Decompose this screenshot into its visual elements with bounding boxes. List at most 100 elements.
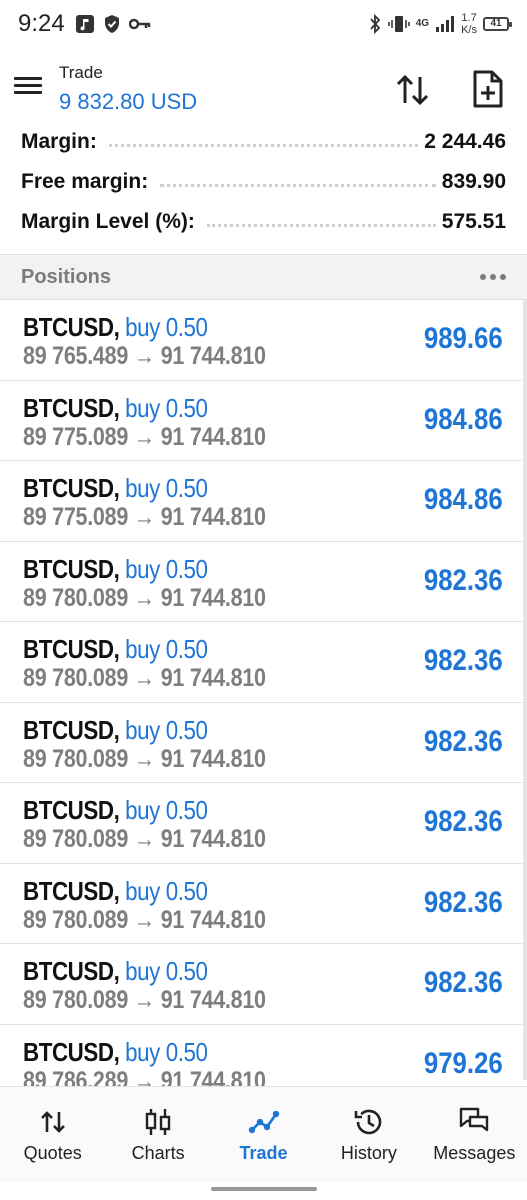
open-price: 89 780.089 xyxy=(23,744,129,773)
open-price: 89 775.089 xyxy=(23,503,129,531)
position-symbol: BTCUSD, xyxy=(23,956,120,986)
open-price: 89 780.089 xyxy=(23,583,129,612)
history-clock-icon xyxy=(354,1109,382,1135)
current-price: 91 744.810 xyxy=(160,986,266,1014)
network-type: 4G xyxy=(415,18,430,29)
menu-button[interactable] xyxy=(14,73,44,103)
position-side: buy 0.50 xyxy=(125,875,208,906)
positions-list: BTCUSD, buy 0.50 89 765.489 → 91 744.810… xyxy=(0,300,527,1086)
position-symbol: BTCUSD, xyxy=(23,392,120,423)
open-price: 89 780.089 xyxy=(23,986,129,1014)
position-profit: 982.36 xyxy=(424,966,503,999)
current-price: 91 744.810 xyxy=(160,664,266,692)
position-profit: 989.66 xyxy=(424,322,503,355)
bluetooth-icon xyxy=(370,14,380,34)
position-symbol: BTCUSD, xyxy=(23,312,120,342)
home-indicator[interactable] xyxy=(211,1187,317,1191)
position-profit: 979.26 xyxy=(424,1046,503,1080)
music-note-icon xyxy=(75,15,94,33)
open-price: 89 765.489 xyxy=(23,342,129,370)
position-symbol: BTCUSD, xyxy=(23,714,120,745)
current-price: 91 744.810 xyxy=(160,825,266,853)
trade-screen: 9:24 4G 1.7 K/s 41 Trade 9 832.80 USD Ma… xyxy=(0,0,527,1200)
nav-messages[interactable]: Messages xyxy=(422,1087,527,1182)
vibrate-icon xyxy=(387,16,410,32)
more-options-icon[interactable] xyxy=(480,274,506,280)
summary-row-margin: Margin: 2 244.46 xyxy=(21,130,506,154)
app-bar: Trade 9 832.80 USD xyxy=(0,55,527,123)
summary-row-margin-level: Margin Level (%): 575.51 xyxy=(21,210,506,234)
arrow-icon: → xyxy=(133,664,155,692)
sort-arrows-icon xyxy=(396,74,429,106)
messages-bubbles-icon xyxy=(460,1107,489,1132)
shield-check-icon xyxy=(104,15,119,33)
position-symbol: BTCUSD, xyxy=(23,795,120,825)
positions-header: Positions xyxy=(0,254,527,300)
signal-icon xyxy=(436,16,455,32)
hamburger-icon xyxy=(14,77,42,80)
nav-history[interactable]: History xyxy=(316,1087,421,1182)
position-row[interactable]: BTCUSD, buy 0.50 89 780.089 → 91 744.810… xyxy=(0,864,527,944)
position-side: buy 0.50 xyxy=(125,473,208,503)
network-speed: 1.7 K/s xyxy=(461,12,477,36)
position-row[interactable]: BTCUSD, buy 0.50 89 780.089 → 91 744.810… xyxy=(0,944,527,1025)
position-side: buy 0.50 xyxy=(125,392,208,423)
current-price: 91 744.810 xyxy=(160,342,266,370)
position-profit: 984.86 xyxy=(424,483,503,516)
sort-button[interactable] xyxy=(394,71,432,109)
position-symbol: BTCUSD, xyxy=(23,875,120,906)
arrow-icon: → xyxy=(133,342,155,370)
trade-line-icon xyxy=(248,1110,279,1134)
position-row[interactable]: BTCUSD, buy 0.50 89 780.089 → 91 744.810… xyxy=(0,703,527,783)
current-price: 91 744.810 xyxy=(160,744,266,773)
nav-charts[interactable]: Charts xyxy=(105,1087,210,1182)
position-profit: 982.36 xyxy=(424,805,503,838)
status-time: 9:24 xyxy=(18,10,65,37)
position-side: buy 0.50 xyxy=(125,795,208,825)
position-profit: 982.36 xyxy=(424,724,503,758)
arrow-icon: → xyxy=(133,825,155,853)
arrow-icon: → xyxy=(133,986,155,1014)
scrollbar[interactable] xyxy=(523,300,527,1080)
position-side: buy 0.50 xyxy=(125,714,208,745)
position-row[interactable]: BTCUSD, buy 0.50 89 780.089 → 91 744.810… xyxy=(0,622,527,703)
current-price: 91 744.810 xyxy=(160,583,266,612)
position-profit: 982.36 xyxy=(424,644,503,677)
position-row[interactable]: BTCUSD, buy 0.50 89 765.489 → 91 744.810… xyxy=(0,300,527,381)
quotes-arrows-icon xyxy=(40,1111,65,1133)
nav-trade[interactable]: Trade xyxy=(211,1087,316,1182)
current-price: 91 744.810 xyxy=(160,905,266,934)
account-balance: 9 832.80 USD xyxy=(59,89,198,114)
arrow-icon: → xyxy=(133,422,155,451)
bottom-nav: Quotes Charts Trade History Messages xyxy=(0,1086,527,1182)
position-row[interactable]: BTCUSD, buy 0.50 89 775.089 → 91 744.810… xyxy=(0,461,527,542)
new-order-button[interactable] xyxy=(470,69,508,109)
position-row[interactable]: BTCUSD, buy 0.50 89 786.289 → 91 744.810… xyxy=(0,1025,527,1087)
open-price: 89 780.089 xyxy=(23,825,129,853)
arrow-icon: → xyxy=(133,503,155,531)
summary-row-free-margin: Free margin: 839.90 xyxy=(21,170,506,194)
status-bar: 9:24 4G 1.7 K/s 41 xyxy=(0,0,527,48)
arrow-icon: → xyxy=(133,905,155,934)
arrow-icon: → xyxy=(133,744,155,773)
current-price: 91 744.810 xyxy=(160,422,266,451)
position-symbol: BTCUSD, xyxy=(23,1036,120,1067)
candlestick-icon xyxy=(145,1109,171,1135)
position-row[interactable]: BTCUSD, buy 0.50 89 775.089 → 91 744.810… xyxy=(0,381,527,461)
positions-title: Positions xyxy=(21,265,112,288)
position-profit: 982.36 xyxy=(424,885,503,919)
position-row[interactable]: BTCUSD, buy 0.50 89 780.089 → 91 744.810… xyxy=(0,783,527,864)
add-document-icon xyxy=(473,70,503,108)
nav-quotes[interactable]: Quotes xyxy=(0,1087,105,1182)
position-profit: 984.86 xyxy=(424,402,503,436)
open-price: 89 775.089 xyxy=(23,422,129,451)
position-row[interactable]: BTCUSD, buy 0.50 89 780.089 → 91 744.810… xyxy=(0,542,527,622)
position-symbol: BTCUSD, xyxy=(23,473,120,503)
position-side: buy 0.50 xyxy=(125,312,208,342)
account-summary: Margin: 2 244.46 Free margin: 839.90 Mar… xyxy=(0,122,527,242)
position-side: buy 0.50 xyxy=(125,634,208,664)
position-side: buy 0.50 xyxy=(125,553,208,584)
current-price: 91 744.810 xyxy=(160,1066,266,1087)
position-symbol: BTCUSD, xyxy=(23,634,120,664)
arrow-icon: → xyxy=(133,1066,155,1087)
